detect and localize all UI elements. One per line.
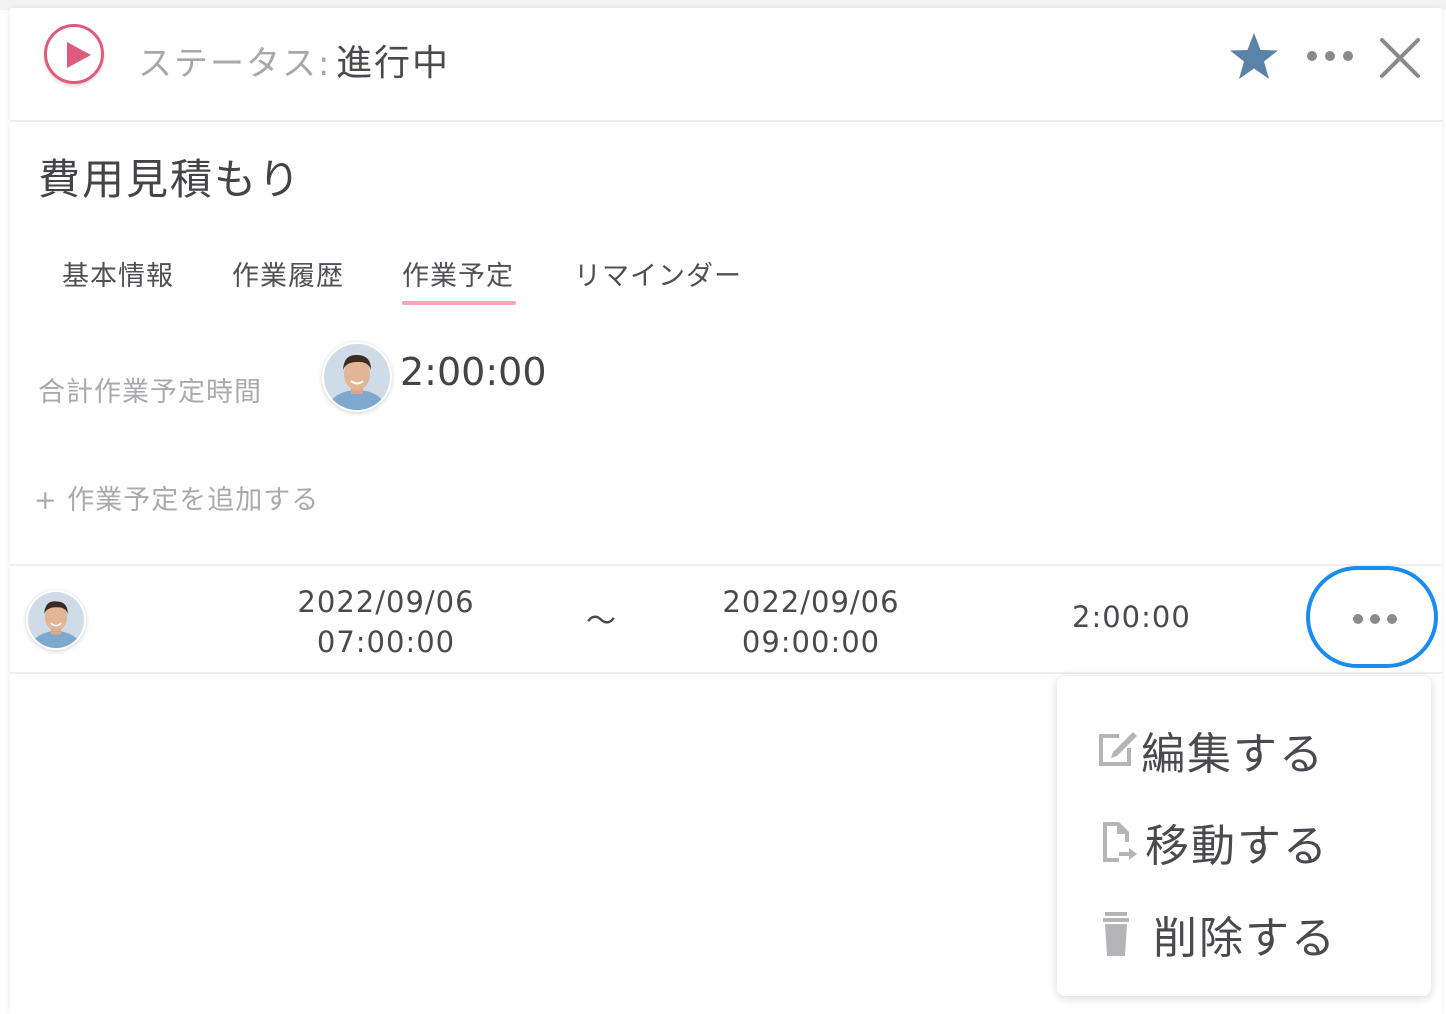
row-context-menu: 編集する 移動する 削除する bbox=[1057, 676, 1431, 996]
row-more-button[interactable] bbox=[1306, 566, 1438, 668]
end-date: 2022/09/06 bbox=[722, 585, 900, 619]
avatar bbox=[322, 342, 392, 412]
more-icon[interactable] bbox=[1306, 48, 1354, 64]
move-icon bbox=[1103, 822, 1137, 862]
trash-icon bbox=[1103, 912, 1129, 956]
task-detail-page: ステータス: 進行中 費用見積もり 基本情報 作業履歴 作業予定 リマインダー … bbox=[0, 0, 1446, 1014]
start-date: 2022/09/06 bbox=[297, 585, 475, 619]
total-scheduled-label: 合計作業予定時間 bbox=[38, 377, 262, 408]
more-icon bbox=[1353, 614, 1397, 624]
menu-item-delete[interactable]: 削除する bbox=[1095, 900, 1415, 964]
menu-item-edit[interactable]: 編集する bbox=[1095, 716, 1415, 780]
menu-item-move[interactable]: 移動する bbox=[1095, 808, 1415, 872]
status-label: ステータス: bbox=[138, 44, 332, 84]
menu-item-label: 削除する bbox=[1153, 913, 1337, 964]
status-value[interactable]: 進行中 bbox=[336, 34, 450, 86]
menu-item-label: 編集する bbox=[1141, 729, 1325, 780]
tab-work-history[interactable]: 作業履歴 bbox=[232, 254, 344, 293]
end-datetime: 2022/09/06 09:00:00 bbox=[701, 582, 921, 662]
tab-work-schedule[interactable]: 作業予定 bbox=[402, 254, 514, 293]
start-timer-button[interactable] bbox=[44, 24, 104, 84]
tab-basic-info[interactable]: 基本情報 bbox=[62, 254, 174, 293]
play-icon bbox=[67, 42, 91, 68]
panel-header: ステータス: 進行中 bbox=[10, 8, 1442, 122]
table-row: 2022/09/06 07:00:00 〜 2022/09/06 09:00:0… bbox=[10, 564, 1442, 674]
end-time: 09:00:00 bbox=[741, 625, 881, 659]
close-icon[interactable] bbox=[1378, 36, 1422, 80]
task-title: 費用見積もり bbox=[38, 155, 303, 204]
star-icon[interactable] bbox=[1226, 30, 1282, 86]
start-time: 07:00:00 bbox=[316, 625, 456, 659]
tab-reminder[interactable]: リマインダー bbox=[574, 254, 742, 293]
avatar bbox=[26, 590, 86, 650]
menu-item-label: 移動する bbox=[1145, 821, 1329, 872]
range-separator: 〜 bbox=[586, 604, 616, 639]
edit-icon bbox=[1099, 732, 1137, 766]
add-schedule-link[interactable]: + 作業予定を追加する bbox=[34, 478, 319, 517]
active-tab-indicator bbox=[402, 301, 516, 305]
row-duration: 2:00:00 bbox=[1072, 600, 1191, 634]
total-scheduled-value: 2:00:00 bbox=[400, 350, 547, 394]
start-datetime: 2022/09/06 07:00:00 bbox=[276, 582, 496, 662]
